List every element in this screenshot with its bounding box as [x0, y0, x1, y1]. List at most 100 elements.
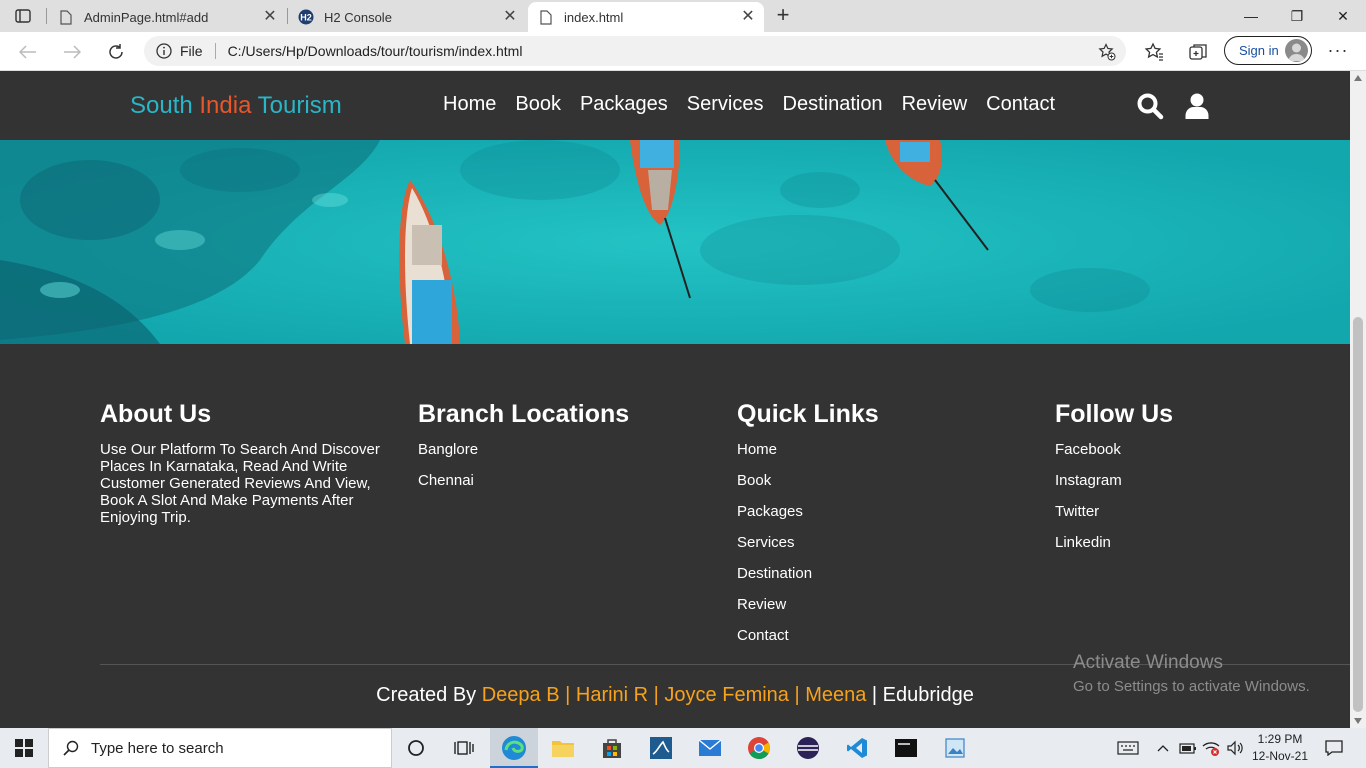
about-text: Use Our Platform To Search And Discover …	[100, 441, 380, 526]
quick-link-home[interactable]: Home	[737, 441, 879, 472]
taskbar-search-box[interactable]: Type here to search	[48, 728, 392, 768]
url-text[interactable]: C:/Users/Hp/Downloads/tour/tourism/index…	[228, 43, 523, 59]
taskbar-clock[interactable]: 1:29 PM 12-Nov-21	[1248, 731, 1312, 765]
tab-adminpage[interactable]: AdminPage.html#add ✕	[48, 2, 286, 32]
footer-about: About Us Use Our Platform To Search And …	[100, 400, 390, 526]
chevron-up-icon[interactable]	[1154, 728, 1172, 768]
maximize-button[interactable]: ❐	[1274, 4, 1320, 28]
tab-title: AdminPage.html#add	[84, 9, 209, 25]
browser-toolbar: File C:/Users/Hp/Downloads/tour/tourism/…	[0, 32, 1366, 71]
sign-in-label: Sign in	[1239, 43, 1279, 58]
taskbar-search-placeholder: Type here to search	[91, 739, 224, 757]
keyboard-icon[interactable]	[1114, 728, 1142, 768]
nav-services[interactable]: Services	[687, 93, 764, 116]
battery-icon[interactable]	[1178, 728, 1198, 768]
credit-prefix: Created By	[376, 684, 482, 706]
quick-link-review[interactable]: Review	[737, 596, 879, 627]
user-icon[interactable]	[1183, 92, 1211, 120]
minimize-button[interactable]: —	[1228, 4, 1274, 28]
edge-browser-icon[interactable]	[490, 728, 538, 768]
tab-title: index.html	[564, 9, 624, 25]
mysql-workbench-icon[interactable]	[637, 728, 685, 768]
file-explorer-icon[interactable]	[539, 728, 587, 768]
forward-button[interactable]	[60, 40, 84, 64]
scrollbar-thumb[interactable]	[1353, 317, 1363, 712]
back-button[interactable]	[16, 40, 40, 64]
branch-chennai[interactable]: Chennai	[418, 472, 629, 503]
new-tab-button[interactable]: +	[772, 4, 794, 27]
close-window-button[interactable]: ✕	[1320, 4, 1366, 28]
url-scheme-label: File	[180, 43, 203, 59]
quick-link-book[interactable]: Book	[737, 472, 879, 503]
vscode-icon[interactable]	[833, 728, 881, 768]
browser-tab-bar: AdminPage.html#add ✕ H2 H2 Console ✕ ind…	[0, 0, 1366, 32]
windows-logo-icon	[15, 739, 33, 757]
quick-link-destination[interactable]: Destination	[737, 565, 879, 596]
image-viewer-icon[interactable]	[931, 728, 979, 768]
follow-facebook[interactable]: Facebook	[1055, 441, 1173, 472]
quick-link-contact[interactable]: Contact	[737, 627, 879, 658]
branches-heading: Branch Locations	[418, 400, 630, 428]
tab-actions-icon[interactable]	[12, 6, 34, 26]
scroll-down-arrow-icon[interactable]	[1354, 718, 1362, 724]
mysql-console-icon[interactable]	[882, 728, 930, 768]
volume-icon[interactable]	[1224, 728, 1246, 768]
hero-image	[0, 140, 1350, 344]
chrome-icon[interactable]	[735, 728, 783, 768]
search-icon	[63, 740, 79, 756]
eclipse-icon[interactable]	[784, 728, 832, 768]
footer-branches: Branch Locations Banglore Chennai	[418, 400, 629, 503]
nav-contact[interactable]: Contact	[986, 93, 1055, 116]
url-divider	[214, 43, 216, 59]
credit-suffix: | Edubridge	[866, 684, 974, 706]
nav-book[interactable]: Book	[515, 93, 561, 116]
favorites-icon[interactable]	[1142, 40, 1166, 64]
page-viewport: South India Tourism Home Book Packages S…	[0, 71, 1350, 728]
close-tab-icon[interactable]: ✕	[740, 9, 756, 25]
clock-time: 1:29 PM	[1257, 732, 1303, 746]
nav-review[interactable]: Review	[902, 93, 968, 116]
activate-title: Activate Windows	[1073, 652, 1223, 673]
page-icon	[58, 9, 74, 25]
settings-more-button[interactable]: ···	[1326, 40, 1350, 64]
site-footer: About Us Use Our Platform To Search And …	[0, 344, 1350, 728]
mail-icon[interactable]	[686, 728, 734, 768]
collections-icon[interactable]	[1186, 40, 1210, 64]
cortana-icon[interactable]	[392, 728, 440, 768]
tab-index[interactable]: index.html ✕	[528, 2, 764, 32]
quick-link-packages[interactable]: Packages	[737, 503, 879, 534]
search-icon[interactable]	[1136, 92, 1164, 120]
network-icon[interactable]	[1200, 728, 1222, 768]
branch-banglore[interactable]: Banglore	[418, 441, 629, 472]
notification-icon[interactable]	[1320, 728, 1348, 768]
credit-names: Deepa B | Harini R | Joyce Femina | Meen…	[481, 684, 867, 706]
main-nav: Home Book Packages Services Destination …	[443, 93, 1055, 116]
follow-linkedin[interactable]: Linkedin	[1055, 534, 1173, 565]
info-icon[interactable]	[156, 43, 172, 59]
sign-in-button[interactable]: Sign in	[1224, 36, 1312, 65]
nav-packages[interactable]: Packages	[580, 93, 668, 116]
address-bar[interactable]: File C:/Users/Hp/Downloads/tour/tourism/…	[144, 36, 1126, 66]
logo-part-south: South	[130, 92, 200, 119]
windows-taskbar: Type here to search 1:29 PM 12-Nov-21	[0, 728, 1366, 768]
task-view-icon[interactable]	[440, 728, 488, 768]
site-logo[interactable]: South India Tourism	[130, 92, 342, 120]
page-scrollbar[interactable]	[1350, 71, 1366, 728]
follow-instagram[interactable]: Instagram	[1055, 472, 1173, 503]
quick-link-services[interactable]: Services	[737, 534, 879, 565]
tab-h2-console[interactable]: H2 H2 Console ✕	[288, 2, 526, 32]
footer-follow: Follow Us Facebook Instagram Twitter Lin…	[1055, 400, 1173, 565]
refresh-button[interactable]	[104, 40, 128, 64]
footer-credit: Created By Deepa B | Harini R | Joyce Fe…	[0, 684, 1350, 707]
close-tab-icon[interactable]: ✕	[262, 9, 278, 25]
follow-twitter[interactable]: Twitter	[1055, 503, 1173, 534]
close-tab-icon[interactable]: ✕	[502, 9, 518, 25]
add-favorite-icon[interactable]	[1098, 43, 1116, 61]
profile-avatar-icon	[1285, 39, 1308, 62]
nav-destination[interactable]: Destination	[783, 93, 883, 116]
start-button[interactable]	[0, 728, 48, 768]
store-icon[interactable]	[588, 728, 636, 768]
scroll-up-arrow-icon[interactable]	[1354, 75, 1362, 81]
nav-home[interactable]: Home	[443, 93, 496, 116]
quick-links-heading: Quick Links	[737, 400, 879, 428]
